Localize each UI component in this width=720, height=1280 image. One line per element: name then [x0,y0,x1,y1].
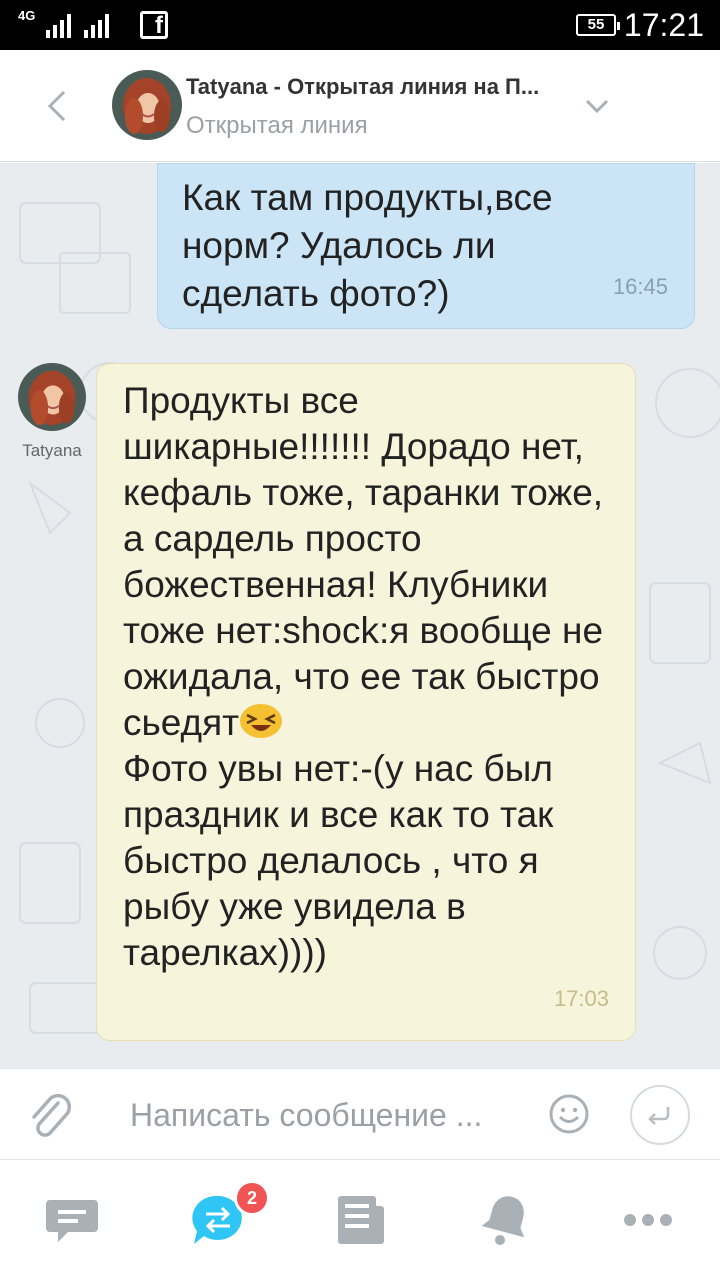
incoming-message[interactable]: Продукты все шикарные!!!!!!! Дорадо нет,… [96,363,636,1041]
clock: 17:21 [623,7,704,43]
bell-icon[interactable] [476,1190,536,1250]
message-time: 16:45 [612,274,668,299]
send-arrow-icon [648,1107,670,1125]
chat-subtitle: Открытая линия [186,112,368,139]
chevron-left-icon[interactable] [42,88,72,124]
news-feed-icon[interactable] [330,1190,390,1250]
chat-title[interactable]: Tatyana - Открытая линия на П... [186,74,586,100]
message-text: Продукты все шикарные!!!!!!! Дорадо нет,… [123,378,613,976]
chevron-down-icon[interactable] [584,98,610,114]
chat-icon[interactable] [42,1190,102,1250]
message-composer [0,1068,720,1160]
message-text-part2: Фото увы нет:-(у нас был праздник и все … [123,748,554,973]
sender-avatar[interactable] [18,363,86,431]
message-text: Как там продукты,все норм? Удалось ли сд… [182,177,553,314]
message-sender: Tatyana [10,363,94,461]
message-input[interactable] [130,1093,530,1137]
facebook-notification-icon: f [140,11,168,39]
smile-icon[interactable] [548,1093,590,1135]
network-type: 4G [18,8,36,23]
status-bar: 4G f 55 17:21 [0,0,720,50]
message-list[interactable]: Как там продукты,все норм? Удалось ли сд… [0,163,720,1068]
sender-name: Tatyana [22,441,82,460]
chat-header: Tatyana - Открытая линия на П... Открыта… [0,50,720,162]
paperclip-icon[interactable] [28,1093,72,1139]
signal-strength-icon [46,12,71,38]
send-button[interactable] [630,1085,690,1145]
avatar[interactable] [112,70,182,140]
laughing-face-emoji [240,704,283,738]
outgoing-message[interactable]: Как там продукты,все норм? Удалось ли сд… [157,163,695,329]
signal-strength-icon-2 [84,12,109,38]
bottom-navigation: 2 [0,1160,720,1280]
message-text-part1: Продукты все шикарные!!!!!!! Дорадо нет,… [123,380,604,743]
notification-badge: 2 [234,1180,270,1216]
message-time: 17:03 [553,986,609,1011]
battery-icon: 55 [576,14,620,36]
more-icon[interactable] [618,1190,678,1250]
